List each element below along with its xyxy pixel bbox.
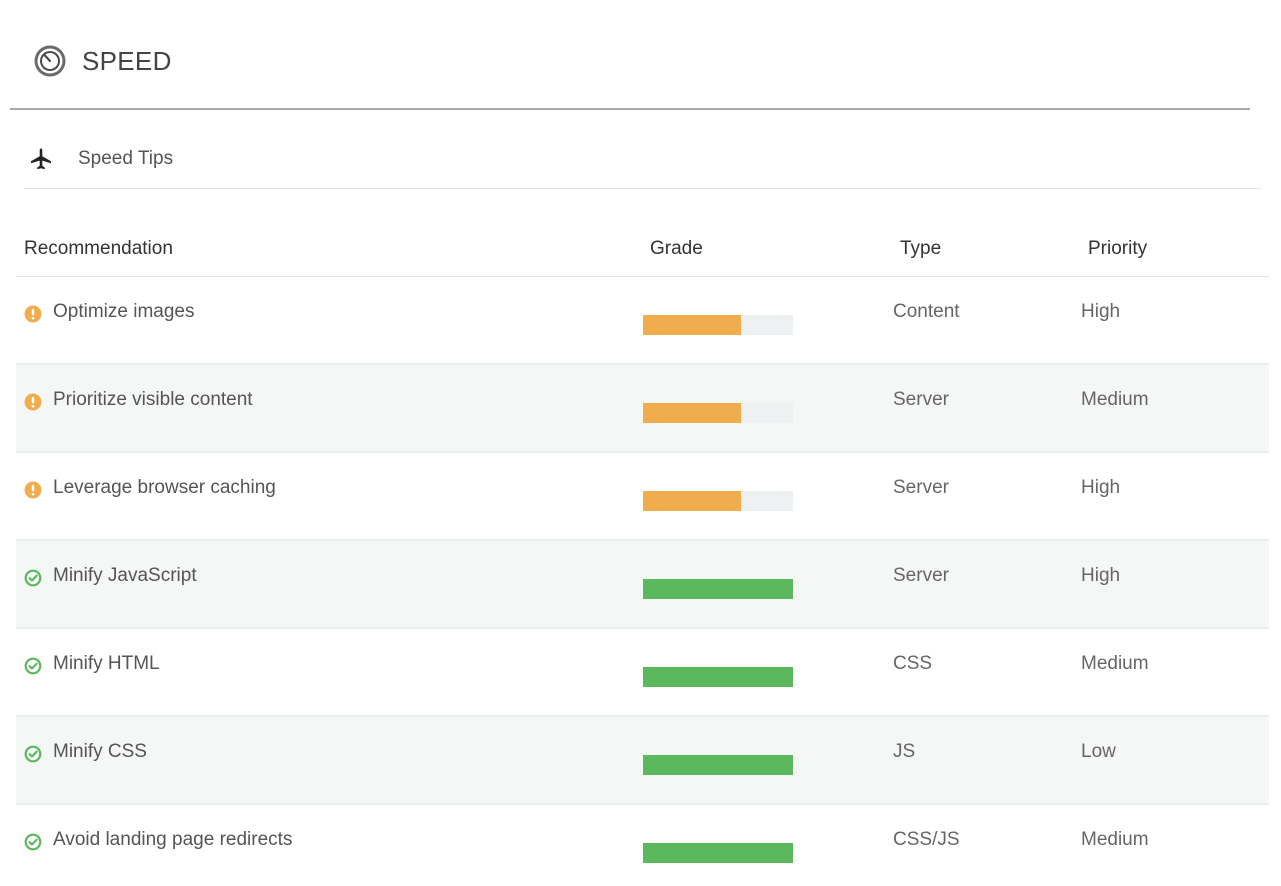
type-label: JS	[893, 741, 916, 762]
table-row: Avoid landing page redirects CSS/JS Medium	[16, 805, 1269, 886]
airplane-icon	[31, 148, 51, 170]
speed-header: SPEED	[33, 42, 172, 80]
priority-label: Medium	[1081, 653, 1149, 674]
grade-bar-fill	[643, 315, 741, 335]
check-circle-icon	[24, 569, 42, 587]
grade-bar-fill	[643, 403, 741, 423]
check-circle-icon	[24, 745, 42, 763]
type-label: CSS	[893, 653, 933, 674]
table-row: Minify HTML CSS Medium	[16, 629, 1269, 717]
warning-icon	[24, 305, 42, 323]
recommendation-label: Minify CSS	[53, 741, 147, 762]
grade-bar	[643, 315, 793, 335]
grade-bar	[643, 755, 793, 775]
speedometer-icon	[34, 45, 66, 77]
priority-label: High	[1081, 301, 1121, 322]
column-header-priority: Priority	[1088, 238, 1148, 259]
grade-bar-fill	[643, 491, 741, 511]
recommendation-label: Optimize images	[53, 301, 195, 322]
grade-bar	[643, 843, 793, 863]
priority-label: Medium	[1081, 829, 1149, 850]
type-label: CSS/JS	[893, 829, 960, 850]
table-row: Leverage browser caching Server High	[16, 453, 1269, 541]
table-header: Recommendation Grade Type Priority	[16, 226, 1269, 277]
header-divider	[10, 108, 1250, 110]
page-title: SPEED	[82, 45, 172, 76]
speed-tips-section-header: Speed Tips	[24, 130, 1261, 189]
grade-bar	[643, 579, 793, 599]
priority-label: Low	[1081, 741, 1116, 762]
recommendation-label: Minify HTML	[53, 653, 160, 674]
column-header-recommendation: Recommendation	[24, 238, 173, 259]
warning-icon	[24, 393, 42, 411]
table-row: Minify CSS JS Low	[16, 717, 1269, 805]
type-label: Server	[893, 565, 949, 586]
type-label: Content	[893, 301, 960, 322]
type-label: Server	[893, 389, 949, 410]
table-body: Optimize images Content High Prioritize vis…	[16, 277, 1269, 886]
grade-bar-fill	[643, 843, 793, 863]
recommendation-label: Avoid landing page redirects	[53, 829, 293, 850]
grade-bar	[643, 403, 793, 423]
warning-icon	[24, 481, 42, 499]
section-title: Speed Tips	[78, 148, 174, 169]
table-row: Minify JavaScript Server High	[16, 541, 1269, 629]
grade-bar	[643, 667, 793, 687]
priority-label: High	[1081, 477, 1121, 498]
column-header-type: Type	[900, 238, 942, 259]
priority-label: Medium	[1081, 389, 1149, 410]
recommendation-label: Minify JavaScript	[53, 565, 197, 586]
table-row: Prioritize visible content Server Medium	[16, 365, 1269, 453]
check-circle-icon	[24, 657, 42, 675]
speed-page: SPEED Speed Tips Recommendation Grade Ty…	[0, 0, 1281, 886]
table-row: Optimize images Content High	[16, 277, 1269, 365]
type-label: Server	[893, 477, 949, 498]
recommendation-label: Prioritize visible content	[53, 389, 253, 410]
priority-label: High	[1081, 565, 1121, 586]
grade-bar-fill	[643, 579, 793, 599]
check-circle-icon	[24, 833, 42, 851]
grade-bar-fill	[643, 755, 793, 775]
column-header-grade: Grade	[650, 238, 703, 259]
recommendation-label: Leverage browser caching	[53, 477, 276, 498]
grade-bar-fill	[643, 667, 793, 687]
speed-tips-table: Recommendation Grade Type Priority Optim…	[16, 226, 1269, 886]
grade-bar	[643, 491, 793, 511]
